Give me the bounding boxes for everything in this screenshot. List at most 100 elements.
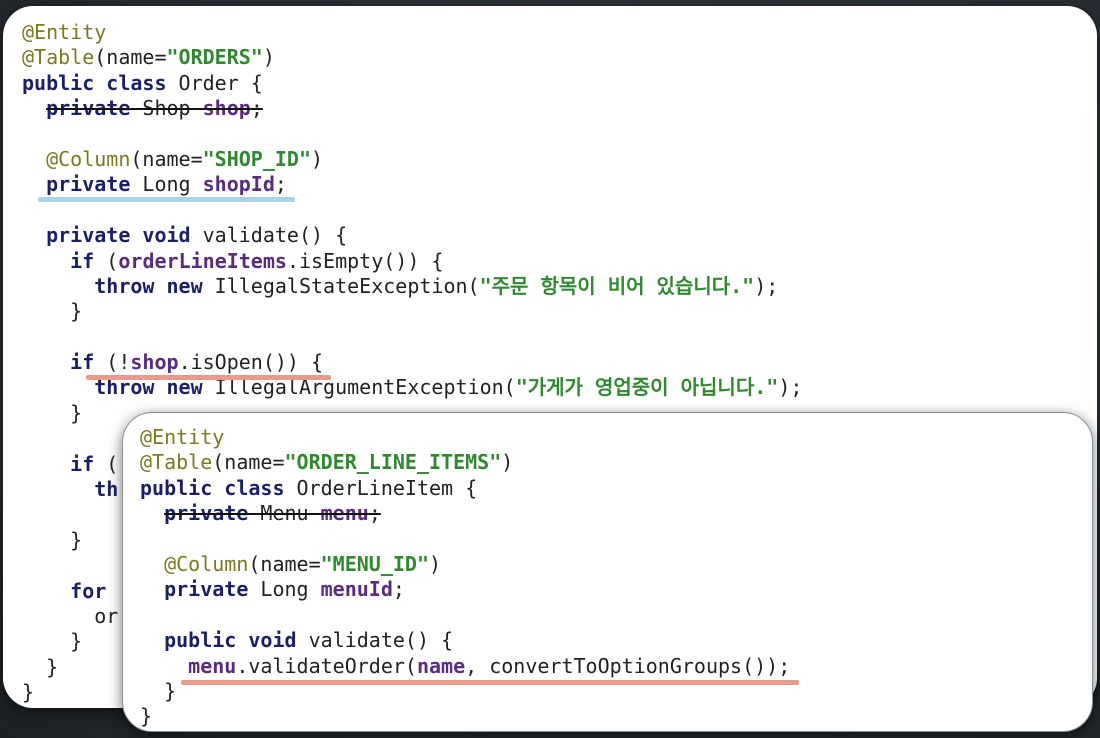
code-line: public class OrderLineItem { (140, 476, 790, 501)
code-token: Long (130, 172, 203, 197)
code-token: shop (202, 96, 251, 121)
code-line: private Shop shop; (22, 96, 802, 121)
code-line: if (!shop.isOpen()) { (22, 350, 802, 375)
code-token: ( (94, 248, 119, 273)
code-token: @Column (164, 551, 249, 576)
code-token: th (94, 477, 119, 502)
code-token: if (70, 451, 95, 476)
code-token: if (70, 350, 95, 375)
code-token: .isEmpty()) { (286, 248, 444, 273)
code-token: .validateOrder( (236, 653, 417, 678)
code-token: (name= (130, 146, 203, 171)
code-token: private (46, 96, 131, 121)
code-token: Menu (248, 501, 321, 526)
code-token: } (140, 678, 177, 703)
code-token: @Entity (22, 20, 107, 44)
code-token: OrderLineItem { (284, 475, 478, 500)
code-token: (name= (212, 450, 285, 475)
code-token: (! (94, 350, 131, 375)
code-line: throw new IllegalStateException("주문 항목이 … (22, 274, 802, 299)
code-line: } (22, 299, 802, 324)
code-token: "MENU_ID" (320, 551, 430, 576)
code-token: (name= (248, 551, 321, 576)
code-token: private (46, 172, 131, 197)
code-token: ; (250, 96, 263, 121)
code-token: ); (754, 273, 779, 298)
code-token: } (22, 654, 59, 679)
code-token: ) (262, 45, 275, 70)
code-token: ) (429, 551, 442, 576)
code-token: ); (778, 375, 803, 400)
code-token: "주문 항목이 비어 있습니다." (479, 273, 755, 298)
code-token: , convertToOptionGroups()); (465, 653, 791, 678)
code-token: public class (22, 70, 167, 95)
code-line: if (orderLineItems.isEmpty()) { (22, 249, 802, 274)
code-line: private Menu menu; (140, 501, 790, 526)
code-token: private void (46, 223, 191, 248)
code-token: public void (164, 628, 297, 653)
order-line-item-class-code-panel: @Entity @Table(name="ORDER_LINE_ITEMS") pu… (122, 412, 1093, 732)
code-token: ( (94, 451, 119, 476)
code-token: ; (368, 501, 381, 526)
code-token: if (70, 248, 95, 273)
code-line: private Long shopId; (22, 172, 802, 197)
code-token: "가게가 영업중이 아닙니다." (515, 375, 779, 400)
code-line: @Entity (140, 425, 790, 450)
code-line: menu.validateOrder(name, convertToOption… (140, 654, 790, 679)
code-line: @Entity (22, 20, 802, 45)
code-token: Shop (130, 96, 203, 121)
code-token: private (164, 577, 249, 602)
code-token: throw new (94, 273, 203, 298)
code-line: public class Order { (22, 71, 802, 96)
code-token: shopId (202, 172, 275, 197)
code-line: @Table(name="ORDERS") (22, 45, 802, 70)
code-line: @Column(name="MENU_ID") (140, 552, 790, 577)
code-token: name (416, 653, 466, 678)
menu-validate-order-highlight (181, 679, 800, 685)
code-token: ) (501, 450, 514, 475)
code-token: Long (248, 577, 321, 602)
code-token: } (22, 629, 83, 654)
code-token: private (164, 501, 249, 526)
code-line: public void validate() { (140, 628, 790, 653)
code-token: Order { (166, 70, 263, 95)
code-token: menu (188, 653, 237, 678)
code-token: @Table (140, 450, 213, 475)
code-token: "ORDER_LINE_ITEMS" (284, 450, 502, 475)
code-token: shop (130, 350, 179, 375)
code-token: "SHOP_ID" (202, 146, 312, 171)
code-token: or (22, 603, 119, 628)
code-token: public class (140, 475, 285, 500)
code-token: for (70, 578, 107, 603)
code-token: "ORDERS" (166, 45, 263, 70)
code-line: } (140, 704, 790, 729)
code-line: private void validate() { (22, 223, 802, 248)
code-line: @Table(name="ORDER_LINE_ITEMS") (140, 450, 790, 475)
code-line: private Long menuId; (140, 577, 790, 602)
code-token: orderLineItems (118, 248, 287, 273)
code-line: @Column(name="SHOP_ID") (22, 147, 802, 172)
code-token: ; (274, 172, 287, 197)
code-token: } (22, 680, 35, 705)
code-token: } (140, 704, 153, 729)
shop-is-open-highlight (86, 375, 332, 381)
code-token: ; (392, 577, 405, 602)
code-token: ) (311, 146, 324, 171)
